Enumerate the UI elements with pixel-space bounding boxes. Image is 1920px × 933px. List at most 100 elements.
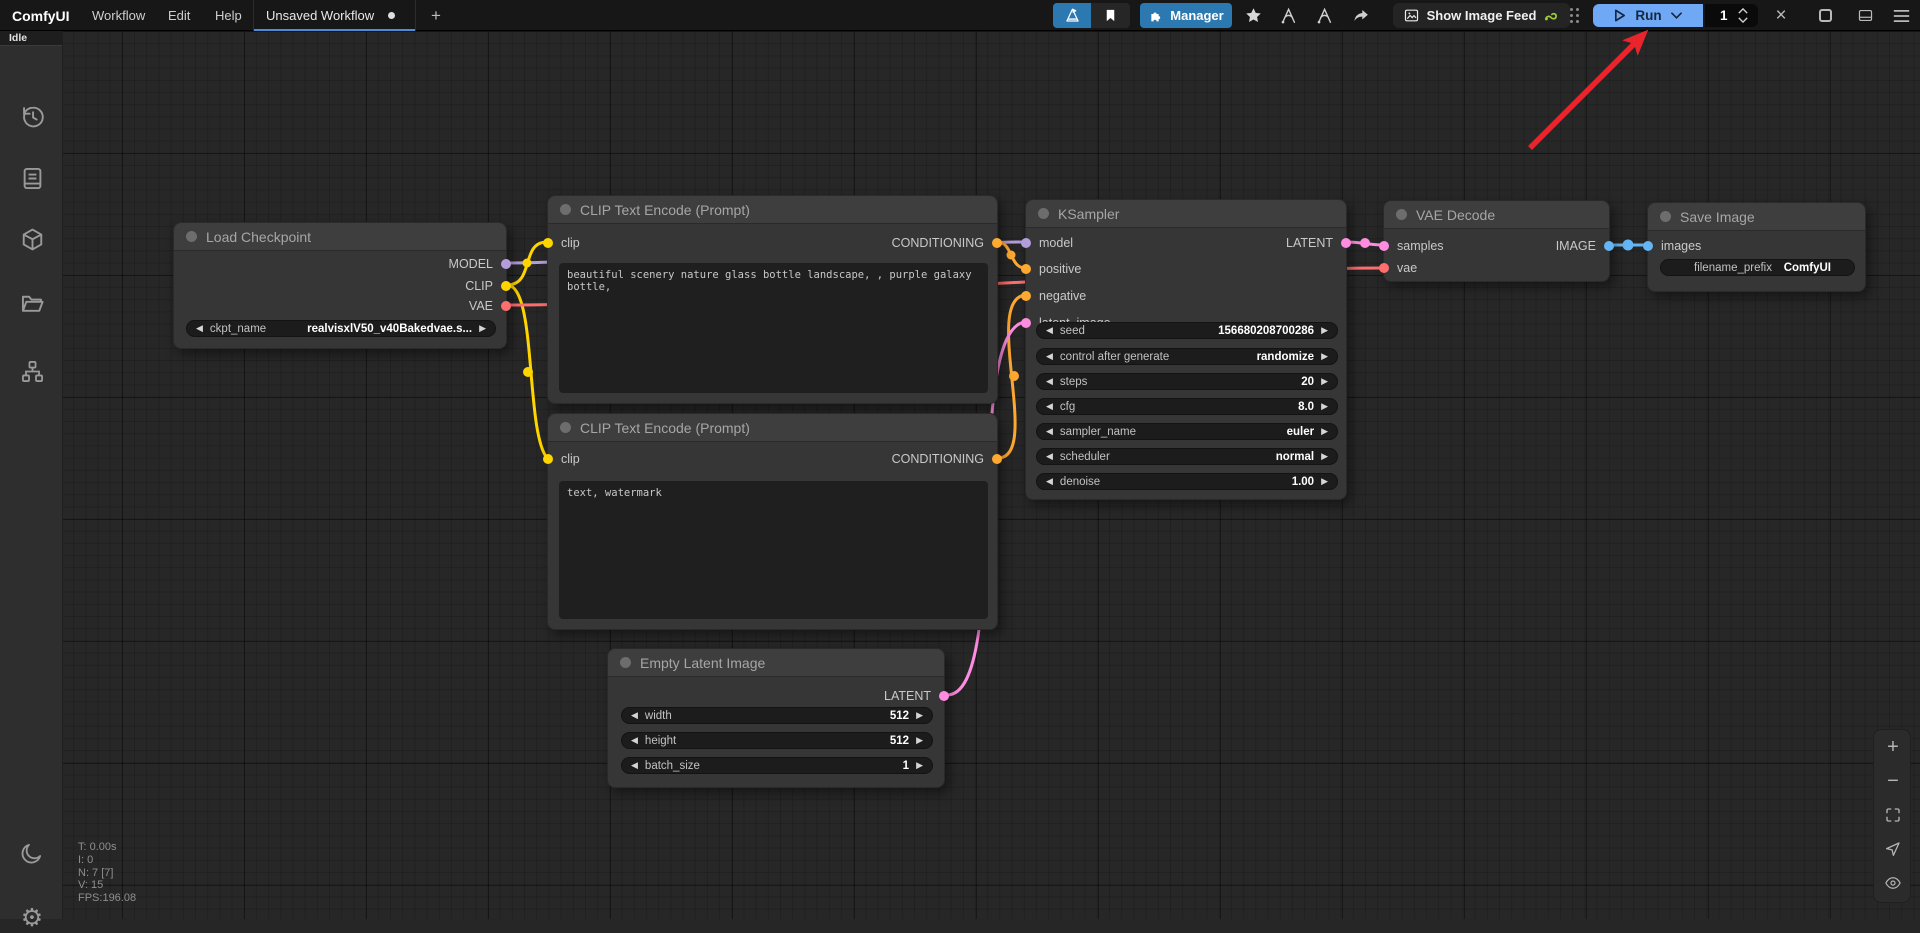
output-port-conditioning[interactable]: CONDITIONING — [892, 235, 1002, 251]
widget-right-arrow-icon[interactable]: ▶ — [916, 736, 923, 745]
widget-cfg[interactable]: ◀ cfg 8.0 ▶ — [1036, 398, 1338, 415]
widget-left-arrow-icon[interactable]: ◀ — [1046, 326, 1053, 335]
share-button[interactable] — [1348, 3, 1374, 28]
main-menu-button[interactable] — [1888, 3, 1914, 28]
prompt-textarea[interactable]: beautiful scenery nature glass bottle la… — [559, 263, 988, 393]
input-port-clip[interactable]: clip — [543, 451, 580, 467]
output-port-image[interactable]: IMAGE — [1556, 238, 1614, 254]
settings-button[interactable]: ⚙ — [17, 903, 47, 933]
port-dot-latent[interactable] — [939, 691, 949, 701]
node-clip-text-encode-negative[interactable]: CLIP Text Encode (Prompt) clip CONDITION… — [547, 413, 998, 630]
port-dot-latent[interactable] — [1021, 318, 1031, 328]
toggle-bottom-panel-button[interactable] — [1852, 3, 1878, 28]
sidebar-item-workflows[interactable] — [17, 288, 47, 318]
batch-count-stepper[interactable]: 1 — [1705, 4, 1758, 27]
fit-view-button[interactable] — [1874, 800, 1912, 830]
collapse-dot[interactable] — [620, 657, 631, 668]
toolbar-glyph-button-1[interactable] — [1276, 3, 1302, 28]
node-title-bar[interactable]: CLIP Text Encode (Prompt) — [548, 414, 997, 442]
widget-left-arrow-icon[interactable]: ◀ — [631, 736, 638, 745]
widget-batch-size[interactable]: ◀ batch_size 1 ▶ — [621, 757, 933, 774]
widget-control-after-generate[interactable]: ◀ control after generate randomize ▶ — [1036, 348, 1338, 365]
run-button[interactable]: Run — [1593, 4, 1703, 27]
port-dot-vae[interactable] — [1379, 263, 1389, 273]
output-port-clip[interactable]: CLIP — [465, 278, 511, 294]
output-port-latent[interactable]: LATENT — [1286, 235, 1351, 251]
port-dot-conditioning[interactable] — [992, 454, 1002, 464]
port-dot-model[interactable] — [1021, 238, 1031, 248]
port-dot-conditioning[interactable] — [1021, 291, 1031, 301]
new-workflow-tab-button[interactable]: + — [424, 0, 448, 31]
sidebar-item-queue[interactable] — [17, 163, 47, 193]
stop-button[interactable] — [1812, 3, 1838, 28]
workflow-tab[interactable]: Unsaved Workflow — [253, 0, 416, 31]
sidebar-item-models[interactable] — [17, 224, 47, 254]
widget-ckpt-name[interactable]: ◀ ckpt_name realvisxlV50_v40Bakedvae.s..… — [186, 320, 496, 337]
widget-left-arrow-icon[interactable]: ◀ — [1046, 377, 1053, 386]
widget-right-arrow-icon[interactable]: ▶ — [1321, 377, 1328, 386]
widget-left-arrow-icon[interactable]: ◀ — [1046, 352, 1053, 361]
widget-left-arrow-icon[interactable]: ◀ — [196, 324, 203, 333]
manager-button[interactable]: Manager — [1140, 3, 1232, 28]
port-dot-latent[interactable] — [1341, 238, 1351, 248]
port-dot-image[interactable] — [1604, 241, 1614, 251]
port-dot-model[interactable] — [501, 259, 511, 269]
widget-filename-prefix[interactable]: filename_prefix ComfyUI — [1660, 259, 1855, 276]
prompt-textarea[interactable]: text, watermark — [559, 481, 988, 619]
port-dot-image[interactable] — [1643, 241, 1653, 251]
collapse-dot[interactable] — [1396, 209, 1407, 220]
widget-right-arrow-icon[interactable]: ▶ — [1321, 352, 1328, 361]
output-port-latent[interactable]: LATENT — [884, 688, 949, 704]
collapse-dot[interactable] — [186, 231, 197, 242]
widget-left-arrow-icon[interactable]: ◀ — [1046, 402, 1053, 411]
widget-sampler-name[interactable]: ◀ sampler_name euler ▶ — [1036, 423, 1338, 440]
port-dot-clip[interactable] — [543, 238, 553, 248]
zoom-out-button[interactable]: − — [1874, 766, 1912, 796]
output-port-conditioning[interactable]: CONDITIONING — [892, 451, 1002, 467]
workflow-templates-button[interactable] — [1053, 3, 1091, 28]
node-empty-latent-image[interactable]: Empty Latent Image LATENT ◀ width 512 ▶ … — [607, 648, 945, 788]
node-title-bar[interactable]: Load Checkpoint — [174, 223, 506, 251]
widget-right-arrow-icon[interactable]: ▶ — [1321, 326, 1328, 335]
widget-left-arrow-icon[interactable]: ◀ — [631, 711, 638, 720]
menu-help[interactable]: Help — [215, 0, 242, 31]
widget-scheduler[interactable]: ◀ scheduler normal ▶ — [1036, 448, 1338, 465]
output-port-model[interactable]: MODEL — [449, 256, 511, 272]
output-port-vae[interactable]: VAE — [469, 298, 511, 314]
actionbar-drag-handle[interactable] — [1570, 8, 1579, 23]
port-dot-clip[interactable] — [501, 281, 511, 291]
sidebar-item-node-library[interactable] — [17, 356, 47, 386]
pan-mode-button[interactable] — [1874, 834, 1912, 864]
node-clip-text-encode-positive[interactable]: CLIP Text Encode (Prompt) clip CONDITION… — [547, 195, 998, 404]
collapse-dot[interactable] — [560, 422, 571, 433]
toolbar-glyph-button-2[interactable] — [1312, 3, 1338, 28]
collapse-dot[interactable] — [1038, 208, 1049, 219]
toggle-link-visibility-button[interactable] — [1874, 868, 1912, 898]
widget-seed[interactable]: ◀ seed 156680208700286 ▶ — [1036, 322, 1338, 339]
node-save-image[interactable]: Save Image images filename_prefix ComfyU… — [1647, 202, 1866, 292]
widget-right-arrow-icon[interactable]: ▶ — [1321, 477, 1328, 486]
input-port-positive[interactable]: positive — [1021, 261, 1081, 277]
port-dot-conditioning[interactable] — [1021, 264, 1031, 274]
node-title-bar[interactable]: Empty Latent Image — [608, 649, 944, 677]
favorites-button[interactable] — [1240, 3, 1266, 28]
zoom-in-button[interactable]: + — [1874, 732, 1912, 762]
widget-width[interactable]: ◀ width 512 ▶ — [621, 707, 933, 724]
node-ksampler[interactable]: KSampler model positive negative latent_… — [1025, 199, 1347, 500]
widget-left-arrow-icon[interactable]: ◀ — [1046, 477, 1053, 486]
node-title-bar[interactable]: KSampler — [1026, 200, 1346, 228]
widget-height[interactable]: ◀ height 512 ▶ — [621, 732, 933, 749]
input-port-images[interactable]: images — [1643, 238, 1701, 254]
input-port-negative[interactable]: negative — [1021, 288, 1086, 304]
port-dot-latent[interactable] — [1379, 241, 1389, 251]
bookmark-button[interactable] — [1091, 3, 1130, 28]
node-load-checkpoint[interactable]: Load Checkpoint MODEL CLIP VAE ◀ ckpt_na… — [173, 222, 507, 349]
node-vae-decode[interactable]: VAE Decode samples vae IMAGE — [1383, 200, 1610, 282]
widget-left-arrow-icon[interactable]: ◀ — [631, 761, 638, 770]
menu-workflow[interactable]: Workflow — [92, 0, 145, 31]
theme-toggle-button[interactable] — [17, 838, 47, 868]
collapse-dot[interactable] — [1660, 211, 1671, 222]
show-image-feed-button[interactable]: Show Image Feed — [1393, 3, 1570, 28]
widget-right-arrow-icon[interactable]: ▶ — [916, 711, 923, 720]
sidebar-item-history[interactable] — [17, 101, 47, 131]
